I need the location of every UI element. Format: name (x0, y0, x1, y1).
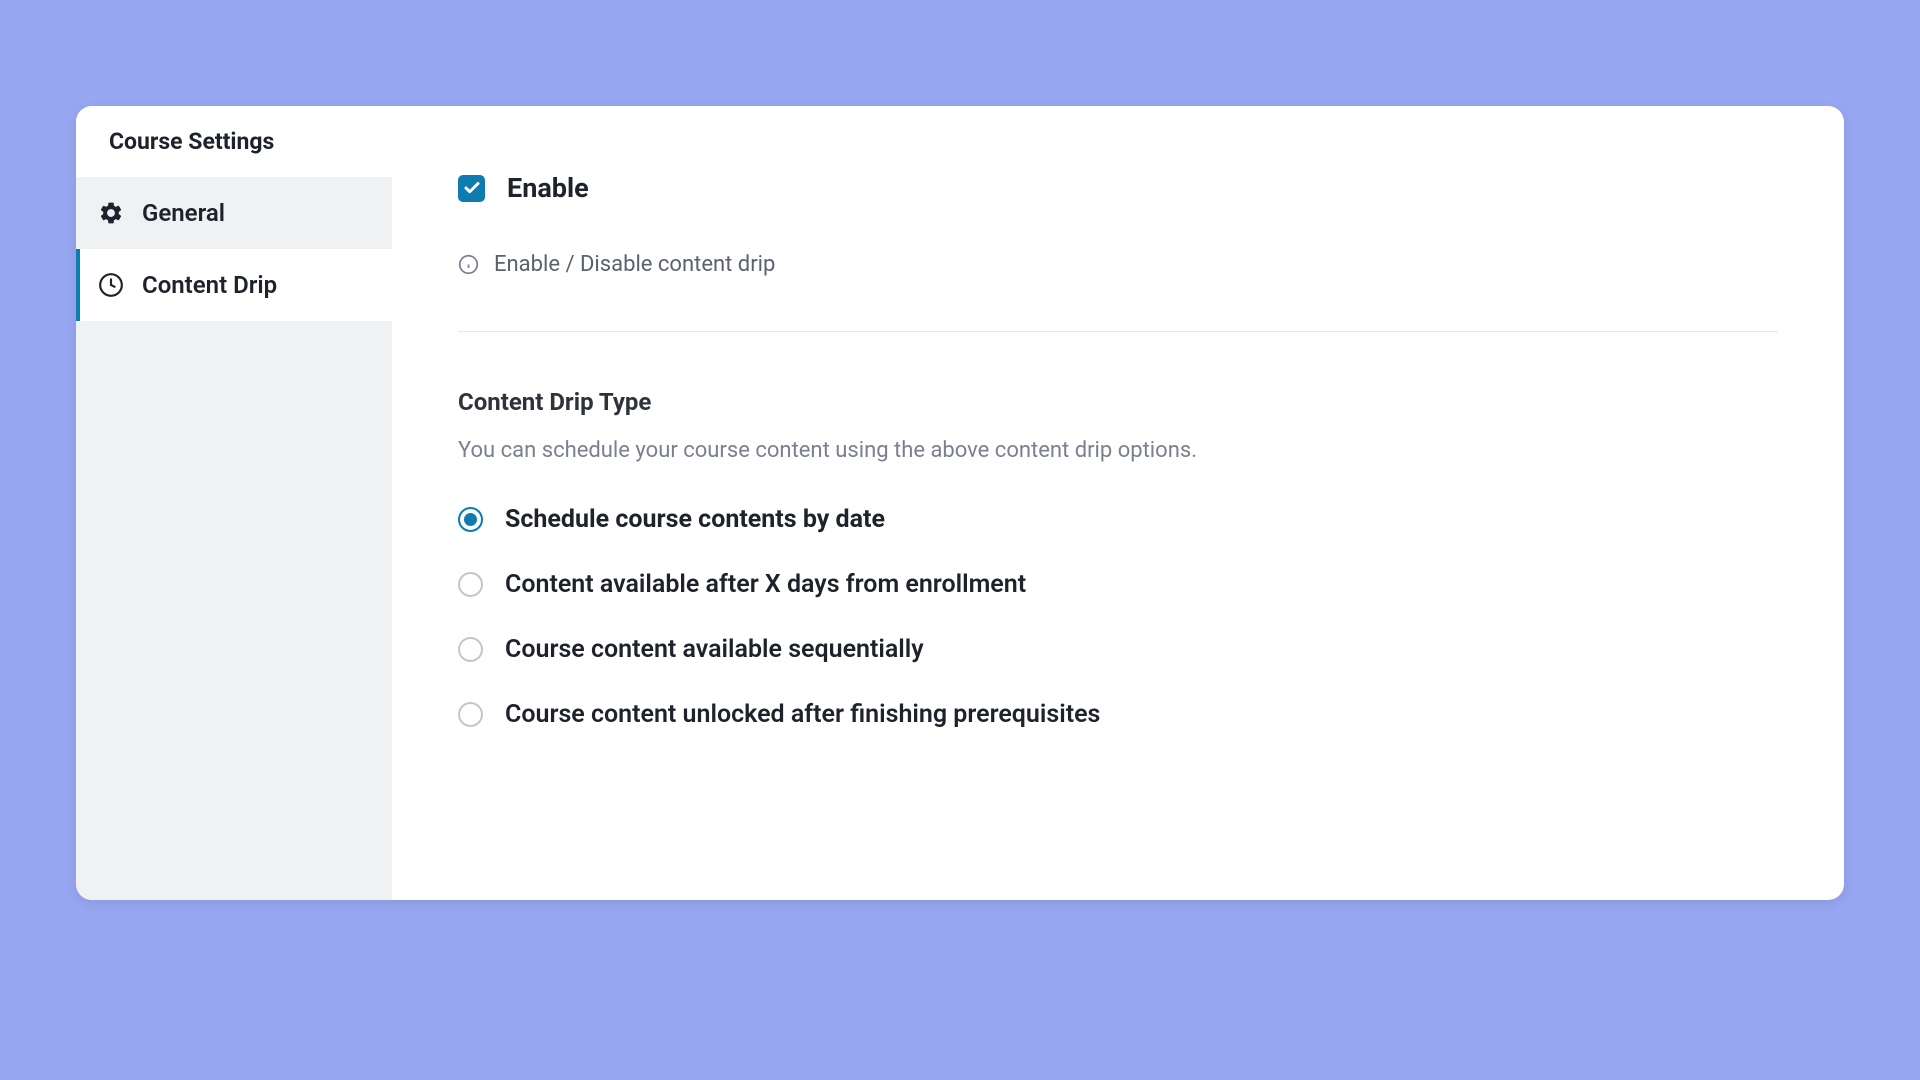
info-icon (458, 254, 479, 275)
radio-input[interactable] (458, 637, 483, 662)
drip-type-description: You can schedule your course content usi… (458, 438, 1778, 463)
settings-panel: Course Settings General Content Drip (76, 106, 1844, 900)
radio-option-schedule-by-date[interactable]: Schedule course contents by date (458, 505, 1778, 534)
radio-label: Course content unlocked after finishing … (505, 700, 1100, 729)
sidebar-item-label: Content Drip (142, 271, 277, 299)
drip-type-title: Content Drip Type (458, 388, 1778, 416)
radio-label: Schedule course contents by date (505, 505, 885, 534)
sidebar-title: Course Settings (76, 106, 392, 177)
radio-label: Course content available sequentially (505, 635, 924, 664)
radio-group: Schedule course contents by date Content… (458, 505, 1778, 729)
radio-option-prerequisites[interactable]: Course content unlocked after finishing … (458, 700, 1778, 729)
radio-input[interactable] (458, 572, 483, 597)
content-area: Enable Enable / Disable content drip Con… (392, 106, 1844, 900)
radio-option-sequentially[interactable]: Course content available sequentially (458, 635, 1778, 664)
radio-label: Content available after X days from enro… (505, 570, 1026, 599)
radio-input[interactable] (458, 702, 483, 727)
enable-checkbox[interactable] (458, 175, 485, 202)
radio-input[interactable] (458, 507, 483, 532)
divider (458, 331, 1778, 332)
enable-label: Enable (507, 172, 589, 204)
help-text: Enable / Disable content drip (494, 252, 775, 277)
gear-icon (98, 200, 124, 226)
enable-row: Enable (458, 172, 1778, 204)
help-row: Enable / Disable content drip (458, 252, 1778, 277)
clock-icon (98, 272, 124, 298)
sidebar-item-label: General (142, 199, 225, 227)
sidebar-item-general[interactable]: General (76, 177, 392, 249)
sidebar-item-content-drip[interactable]: Content Drip (76, 249, 392, 321)
check-icon (463, 179, 481, 197)
sidebar: Course Settings General Content Drip (76, 106, 392, 900)
radio-option-after-x-days[interactable]: Content available after X days from enro… (458, 570, 1778, 599)
